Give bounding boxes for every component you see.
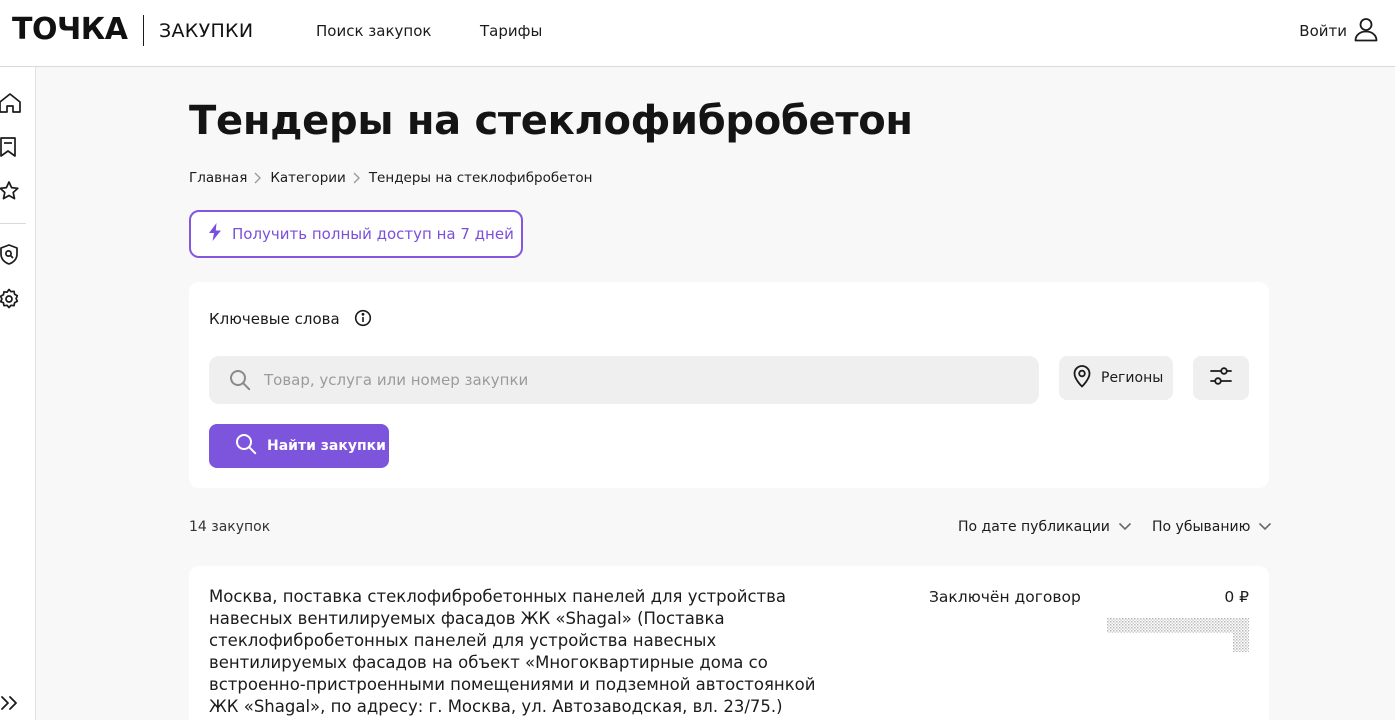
sort-field-dropdown[interactable]: По дате публикации (958, 517, 1132, 537)
logo-subtitle[interactable]: ЗАКУПКИ (159, 20, 253, 42)
sidebar (0, 67, 36, 720)
regions-button[interactable]: Регионы (1059, 356, 1173, 400)
shield-search-icon[interactable] (0, 244, 22, 266)
lightning-icon (208, 223, 222, 245)
filters-button[interactable] (1193, 356, 1249, 400)
keywords-label: Ключевые слова (209, 310, 340, 328)
chevron-right-icon (353, 172, 360, 184)
chevron-right-icon (254, 172, 262, 184)
regions-label: Регионы (1101, 370, 1164, 386)
info-icon[interactable] (354, 309, 372, 327)
full-access-trial-button[interactable]: Получить полный доступ на 7 дней (189, 210, 523, 258)
logo[interactable]: ТОЧКА (12, 14, 128, 46)
find-tenders-label: Найти закупки (267, 438, 386, 454)
sort-order-label: По убыванию (1152, 519, 1251, 535)
breadcrumb-home[interactable]: Главная (189, 168, 247, 188)
search-field[interactable] (209, 356, 1039, 404)
search-icon (229, 369, 251, 395)
filter-sliders-icon (1209, 365, 1233, 391)
sort-field-label: По дате публикации (958, 519, 1110, 535)
user-icon (1353, 16, 1379, 46)
breadcrumb-categories[interactable]: Категории (270, 168, 346, 188)
double-chevron-right-icon[interactable] (0, 692, 22, 714)
logo-divider (143, 15, 144, 46)
nav-link-tariffs[interactable]: Тарифы (480, 21, 542, 41)
chevron-down-icon (1258, 517, 1272, 537)
search-input[interactable] (264, 356, 1024, 404)
sort-order-dropdown[interactable]: По убыванию (1152, 517, 1272, 537)
search-icon (235, 433, 257, 459)
full-access-trial-label: Получить полный доступ на 7 дней (232, 225, 514, 243)
home-icon[interactable] (0, 92, 22, 114)
search-panel: Ключевые слова Регионы (189, 282, 1269, 488)
bookmark-icon[interactable] (0, 136, 22, 158)
tender-price: 0 ₽ (1224, 588, 1249, 606)
breadcrumb: Главная Категории Тендеры на стеклофибро… (189, 168, 592, 188)
chevron-down-icon (1118, 517, 1132, 537)
tender-title[interactable]: Москва, поставка стеклофибробетонных пан… (209, 586, 834, 718)
top-header: ТОЧКА ЗАКУПКИ Поиск закупок Тарифы Войти (0, 0, 1395, 67)
hidden-content-placeholder (1107, 618, 1249, 656)
login-label: Войти (1299, 22, 1347, 40)
nav-link-search[interactable]: Поиск закупок (316, 21, 431, 41)
tender-status: Заключён договор (929, 588, 1081, 606)
breadcrumb-current: Тендеры на стеклофибробетон (368, 170, 593, 186)
results-count: 14 закупок (189, 519, 271, 535)
settings-icon[interactable] (0, 288, 22, 310)
page-title: Тендеры на стеклофибробетон (189, 98, 913, 144)
tender-card[interactable]: Москва, поставка стеклофибробетонных пан… (189, 566, 1269, 720)
sidebar-divider (0, 223, 26, 224)
find-tenders-button[interactable]: Найти закупки (209, 424, 389, 468)
star-icon[interactable] (0, 180, 22, 202)
map-pin-icon (1071, 364, 1093, 392)
login-button[interactable]: Войти (1299, 16, 1379, 46)
